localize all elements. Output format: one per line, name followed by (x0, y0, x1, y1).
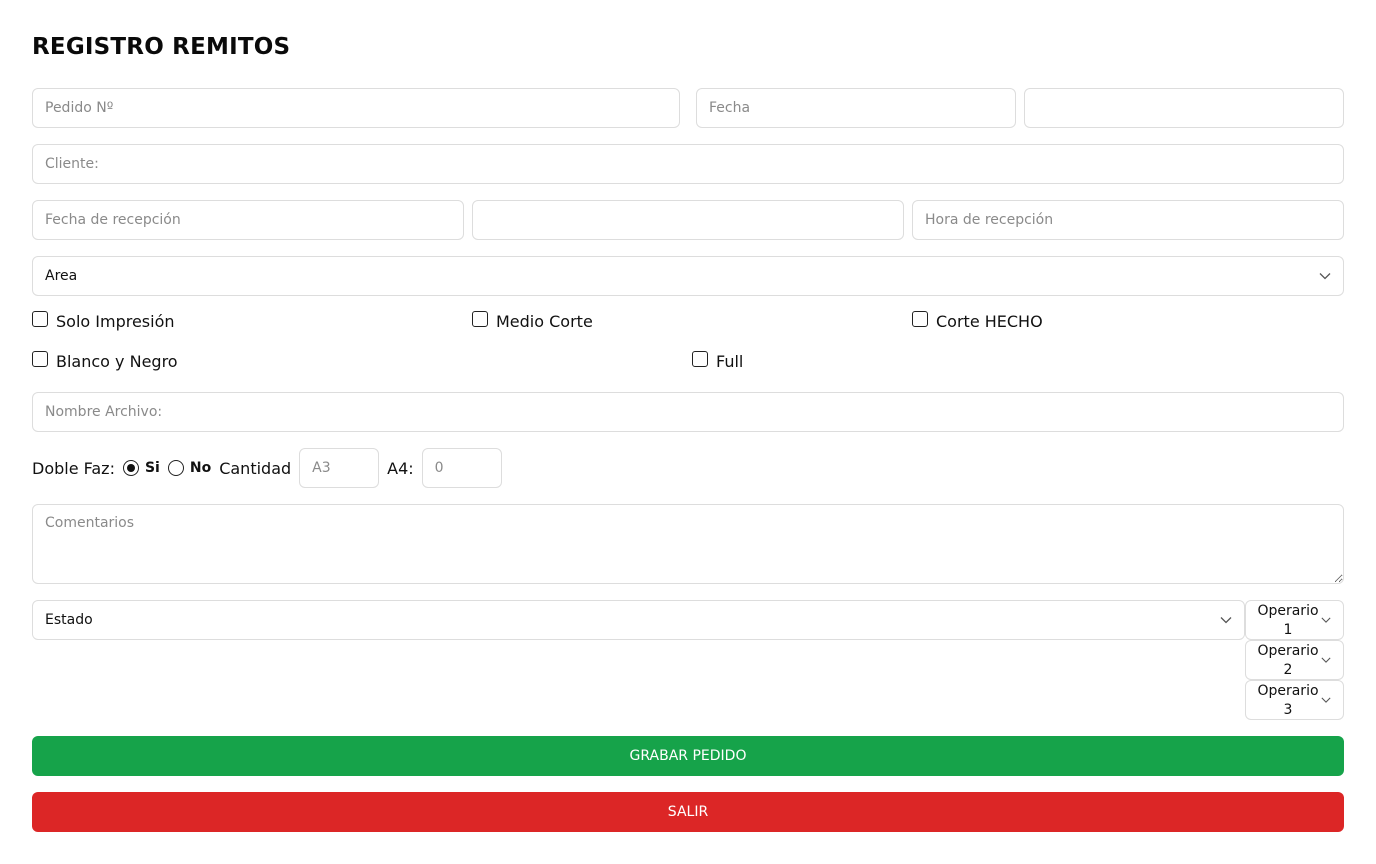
operario-3-select[interactable]: Operario 3 (1245, 680, 1344, 720)
solo-impresion-checkbox[interactable]: Solo Impresión (32, 310, 175, 331)
operario-3-line1: Operario (1257, 683, 1319, 699)
operario-1-line2: 1 (1283, 622, 1293, 638)
operario-2-select[interactable]: Operario 2 (1245, 640, 1344, 680)
fecha-recepcion-input[interactable] (32, 200, 464, 240)
checkbox-box[interactable] (32, 350, 48, 367)
blanco-negro-label: Blanco y Negro (56, 352, 178, 371)
a4-label: A4: (387, 458, 414, 478)
full-label: Full (716, 352, 744, 371)
chevron-down-icon (1321, 617, 1331, 623)
solo-impresion-label: Solo Impresión (56, 312, 175, 331)
checkbox-box[interactable] (32, 310, 48, 327)
radio-no[interactable] (167, 460, 184, 476)
a3-input[interactable] (299, 448, 380, 488)
area-select-value: Area (45, 268, 78, 284)
cliente-input[interactable] (32, 144, 1344, 184)
chevron-down-icon (1321, 697, 1331, 703)
medio-corte-checkbox[interactable]: Medio Corte (472, 310, 593, 331)
corte-hecho-label: Corte HECHO (936, 312, 1043, 331)
blanco-negro-checkbox[interactable]: Blanco y Negro (32, 350, 178, 371)
fecha-input[interactable] (696, 88, 1016, 128)
full-checkbox[interactable]: Full (692, 350, 744, 371)
radio-si[interactable] (122, 460, 139, 476)
checkbox-box[interactable] (692, 350, 708, 367)
operario-3-value: Operario 3 (1250, 682, 1326, 720)
hora-recepcion-input[interactable] (912, 200, 1344, 240)
checkbox-box[interactable] (912, 310, 928, 327)
radio-selected-dot (126, 464, 135, 472)
operario-3-line2: 3 (1283, 702, 1293, 718)
cantidad-label: Cantidad (219, 458, 292, 478)
recepcion-extra-input[interactable] (472, 200, 904, 240)
chevron-down-icon (1321, 657, 1331, 663)
chevron-down-icon (1319, 273, 1331, 280)
estado-select[interactable]: Estado (32, 600, 1245, 640)
registro-remitos-page: REGISTRO REMITOS Area Solo Impresión Med… (0, 0, 1376, 864)
a4-input[interactable] (421, 448, 502, 488)
operario-2-line1: Operario (1257, 643, 1319, 659)
operario-2-line2: 2 (1283, 662, 1293, 678)
page-title: REGISTRO REMITOS (32, 34, 291, 60)
corte-hecho-checkbox[interactable]: Corte HECHO (912, 310, 1043, 331)
fecha-extra-input[interactable] (1024, 88, 1344, 128)
radio-si-label: Si (144, 460, 160, 476)
comentarios-textarea[interactable] (32, 504, 1344, 584)
radio-no-label: No (189, 460, 212, 476)
area-select[interactable]: Area (32, 256, 1344, 296)
pedido-input[interactable] (32, 88, 680, 128)
chevron-down-icon (1220, 617, 1232, 624)
doble-faz-label: Doble Faz: (32, 458, 115, 478)
operario-2-value: Operario 2 (1250, 642, 1326, 680)
operario-1-select[interactable]: Operario 1 (1245, 600, 1344, 640)
estado-select-value: Estado (45, 612, 93, 628)
operario-1-line1: Operario (1257, 603, 1319, 619)
nombre-archivo-input[interactable] (32, 392, 1344, 432)
salir-button[interactable]: SALIR (32, 792, 1344, 832)
grabar-pedido-button[interactable]: GRABAR PEDIDO (32, 736, 1344, 776)
medio-corte-label: Medio Corte (496, 312, 593, 331)
doble-faz-row: Doble Faz: Si No Cantidad A4: (32, 448, 502, 488)
operario-1-value: Operario 1 (1250, 602, 1326, 640)
checkbox-box[interactable] (472, 310, 488, 327)
